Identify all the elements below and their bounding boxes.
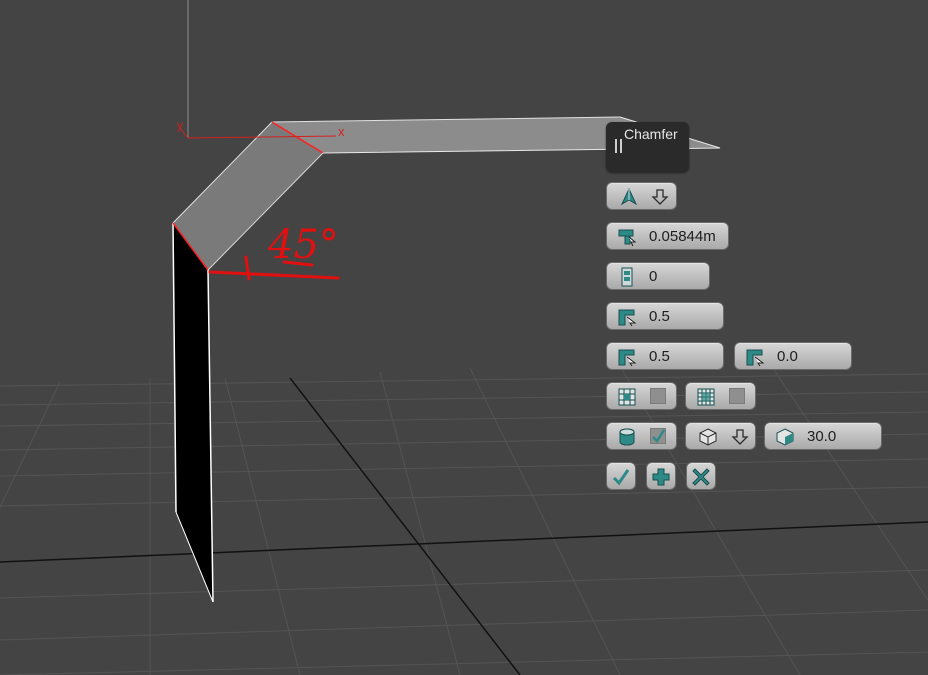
smooth-toggle[interactable] <box>606 422 677 450</box>
caddy-title: Chamfer <box>624 126 678 142</box>
viewport-canvas[interactable]: x y 45° <box>0 0 928 675</box>
end-bias-value[interactable]: 0.0 <box>777 348 798 365</box>
ok-check-icon <box>611 467 631 487</box>
threshold-spinner[interactable]: 30.0 <box>764 422 882 450</box>
segments-spinner[interactable]: 0 <box>606 262 710 290</box>
depth-value[interactable]: 0.5 <box>649 348 670 365</box>
threshold-icon <box>775 427 795 447</box>
smooth-type-icon <box>698 427 718 447</box>
chamfer-amount-icon <box>617 227 637 247</box>
tension-value[interactable]: 0.5 <box>649 308 670 325</box>
ground-grid <box>0 363 928 675</box>
dropdown-arrow-icon <box>650 187 670 207</box>
radial-bias-toggle[interactable] <box>606 382 677 410</box>
smooth-type-arrow-icon <box>730 427 750 447</box>
threshold-value[interactable]: 30.0 <box>807 428 836 445</box>
cancel-button[interactable] <box>686 462 716 490</box>
amount-value[interactable]: 0.05844m <box>649 228 716 245</box>
amount-spinner[interactable]: 0.05844m <box>606 222 729 250</box>
depth-icon <box>617 347 637 367</box>
axis-x-label: x <box>338 124 345 139</box>
drag-grip-icon[interactable] <box>615 139 622 153</box>
intersection-bias-checkbox[interactable] <box>729 388 745 404</box>
ok-button[interactable] <box>606 462 636 490</box>
caddy-title-bar[interactable]: Chamfer <box>606 122 689 172</box>
viewport[interactable]: x y 45° <box>0 0 928 675</box>
end-bias-spinner[interactable]: 0.0 <box>734 342 852 370</box>
segments-icon <box>617 267 637 287</box>
cancel-x-icon <box>691 467 711 487</box>
intersection-bias-icon <box>696 387 716 407</box>
depth-spinner[interactable]: 0.5 <box>606 342 724 370</box>
apply-plus-icon <box>651 467 671 487</box>
chamfer-type-icon <box>619 187 639 207</box>
tension-icon <box>617 307 637 327</box>
intersection-bias-toggle[interactable] <box>685 382 756 410</box>
end-bias-icon <box>745 347 765 367</box>
smooth-type-dropdown[interactable] <box>685 422 756 450</box>
radial-bias-icon <box>617 387 637 407</box>
smooth-checkbox[interactable] <box>650 428 666 444</box>
smooth-icon <box>617 427 637 447</box>
tension-spinner[interactable]: 0.5 <box>606 302 724 330</box>
segments-value[interactable]: 0 <box>649 268 657 285</box>
chamfer-mode-dropdown[interactable] <box>606 182 677 210</box>
axis-y-label: y <box>177 118 183 132</box>
angle-annotation-text: 45° <box>267 222 339 268</box>
radial-bias-checkbox[interactable] <box>650 388 666 404</box>
apply-button[interactable] <box>646 462 676 490</box>
vertical-face <box>173 223 213 602</box>
